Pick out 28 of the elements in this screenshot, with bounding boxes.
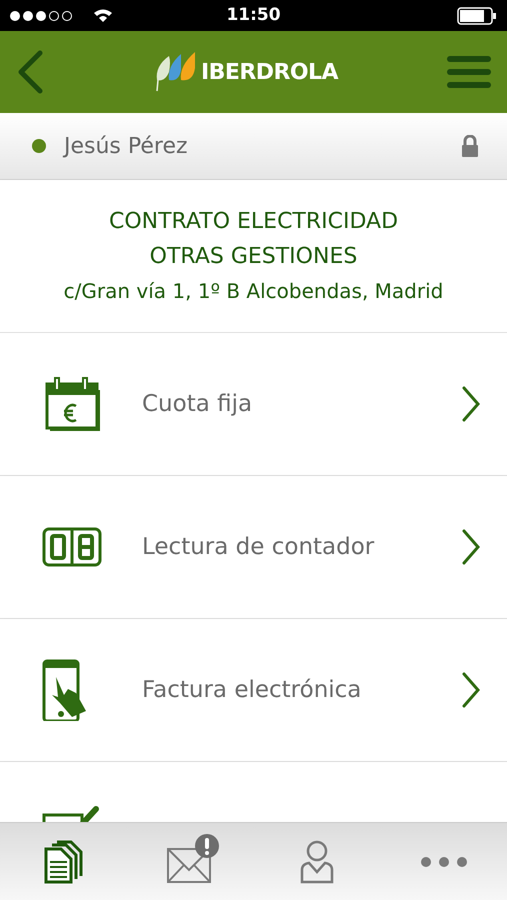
menu-label: Lectura de contador (142, 532, 374, 562)
chevron-right-icon (461, 529, 481, 565)
user-icon (300, 840, 334, 884)
meter-counter-icon (42, 527, 102, 567)
alert-badge-icon (195, 834, 220, 858)
wifi-icon (93, 8, 113, 23)
menu-label: Cuota fija (142, 390, 252, 419)
chevron-right-icon (461, 672, 481, 708)
phone-tap-icon (42, 659, 88, 721)
clock-time: 11:50 (226, 4, 281, 27)
contract-address: c/Gran vía 1, 1º B Alcobendas, Madrid (64, 278, 444, 304)
brand-logo-text: IBERDROLA (201, 58, 338, 86)
contract-title: OTRAS GESTIONES (150, 242, 358, 270)
lock-icon (461, 135, 479, 157)
menu-row[interactable]: Factura electrónica (0, 619, 507, 762)
battery-icon (457, 6, 497, 24)
back-button[interactable] (16, 50, 44, 94)
contract-title: CONTRATO ELECTRICIDAD (108, 208, 398, 236)
menu-label: Factura electrónica (142, 676, 362, 705)
more-icon (420, 856, 468, 868)
chevron-right-icon (461, 386, 481, 422)
menu-button[interactable] (447, 55, 491, 89)
back-chevron-icon (16, 50, 44, 94)
menu-icon (447, 55, 491, 89)
documents-icon (43, 840, 84, 884)
menu-row[interactable]: Lectura de contador (0, 476, 507, 619)
menu-row[interactable]: Cuota fija (0, 333, 507, 476)
user-name: Jesús Pérez (64, 132, 188, 160)
